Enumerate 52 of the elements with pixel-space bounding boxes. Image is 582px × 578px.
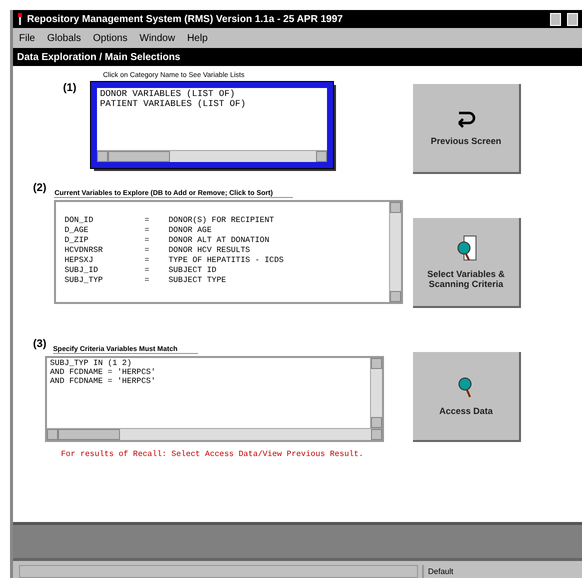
return-arrow-icon: [455, 110, 477, 130]
variable-description: TYPE OF HEPATITIS - ICDS: [168, 256, 285, 265]
criteria-field[interactable]: SUBJ_TYP IN (1 2) AND FCDNAME = 'HERPCS' AND FCDNAME = 'HERPCS': [45, 356, 384, 442]
menu-item[interactable]: File: [19, 32, 36, 44]
horizontal-scrollbar[interactable]: [47, 428, 382, 440]
variable-description: DONOR HCV RESULTS: [168, 246, 252, 255]
variable-description: DONOR ALT AT DONATION: [168, 236, 270, 245]
access-button[interactable]: Access Data: [413, 352, 521, 442]
minimize-button[interactable]: [550, 12, 561, 26]
variable-name: D_ZIP: [64, 236, 90, 245]
select-button[interactable]: Select Variables & Scanning Criteria: [413, 218, 521, 308]
variable-description: DONOR(S) FOR RECIPIENT: [168, 216, 276, 225]
equals-sign: =: [144, 276, 150, 285]
status-text: Default: [422, 565, 582, 578]
step-marker: (1): [63, 82, 78, 94]
variables-list[interactable]: DON_ID = DONOR(S) FOR RECIPIENT D_AGE = DONOR AGE D_ZIP = DONOR ALT AT DONATION HCVDNRSR = DONOR HCV RESULTS HEPSXJ = TYPE OF HEPATITIS - ICDS SUBJ_ID = SUBJECT ID SUBJ_TYP = SUBJECT TYPE: [54, 200, 404, 304]
category-item[interactable]: DONOR VARIABLES (LIST OF): [100, 89, 324, 99]
menu-item[interactable]: Window: [140, 32, 176, 44]
variable-name: HEPSXJ: [64, 256, 94, 265]
app-icon: [17, 13, 23, 25]
menu-item[interactable]: Options: [93, 32, 128, 44]
equals-sign: =: [144, 216, 150, 225]
category-list[interactable]: DONOR VARIABLES (LIST OF) PATIENT VARIABLES (LIST OF): [91, 82, 333, 168]
step-marker: (3): [33, 338, 48, 350]
screen-title: Data Exploration / Main Selections: [13, 48, 582, 66]
criteria-line: AND FCDNAME = 'HERPCS': [50, 368, 157, 377]
variable-description: SUBJECT ID: [168, 266, 218, 275]
window-title: Repository Management System (RMS) Version 1.1a - 25 APR 1997: [27, 14, 344, 24]
equals-sign: =: [144, 256, 150, 265]
criteria-line: AND FCDNAME = 'HERPCS': [50, 377, 157, 386]
equals-sign: =: [144, 226, 150, 235]
variable-description: DONOR AGE: [168, 226, 213, 235]
menu-item[interactable]: Globals: [47, 32, 82, 44]
horizontal-scrollbar[interactable]: [97, 150, 327, 162]
category-item[interactable]: PATIENT VARIABLES (LIST OF): [100, 99, 324, 109]
vertical-scrollbar[interactable]: [370, 358, 382, 428]
equals-sign: =: [144, 246, 150, 255]
variable-name: D_AGE: [64, 226, 90, 235]
menu-item[interactable]: Help: [187, 32, 208, 44]
message-text: For results of Recall: Select Access Data/View Previous Result.: [61, 450, 364, 459]
equals-sign: =: [144, 236, 150, 245]
step-marker: (2): [33, 182, 46, 194]
back-button[interactable]: Previous Screen: [413, 84, 521, 174]
variable-name: DON_ID: [64, 216, 94, 225]
vertical-scrollbar[interactable]: [389, 202, 402, 302]
maximize-button[interactable]: [567, 12, 578, 26]
variable-name: HCVDNRSR: [64, 246, 104, 255]
criteria-line: SUBJ_TYP IN (1 2): [50, 359, 133, 368]
equals-sign: =: [144, 266, 150, 275]
variable-description: SUBJECT TYPE: [168, 276, 228, 285]
variable-name: SUBJ_TYP: [64, 276, 104, 285]
variable-name: SUBJ_ID: [64, 266, 100, 275]
